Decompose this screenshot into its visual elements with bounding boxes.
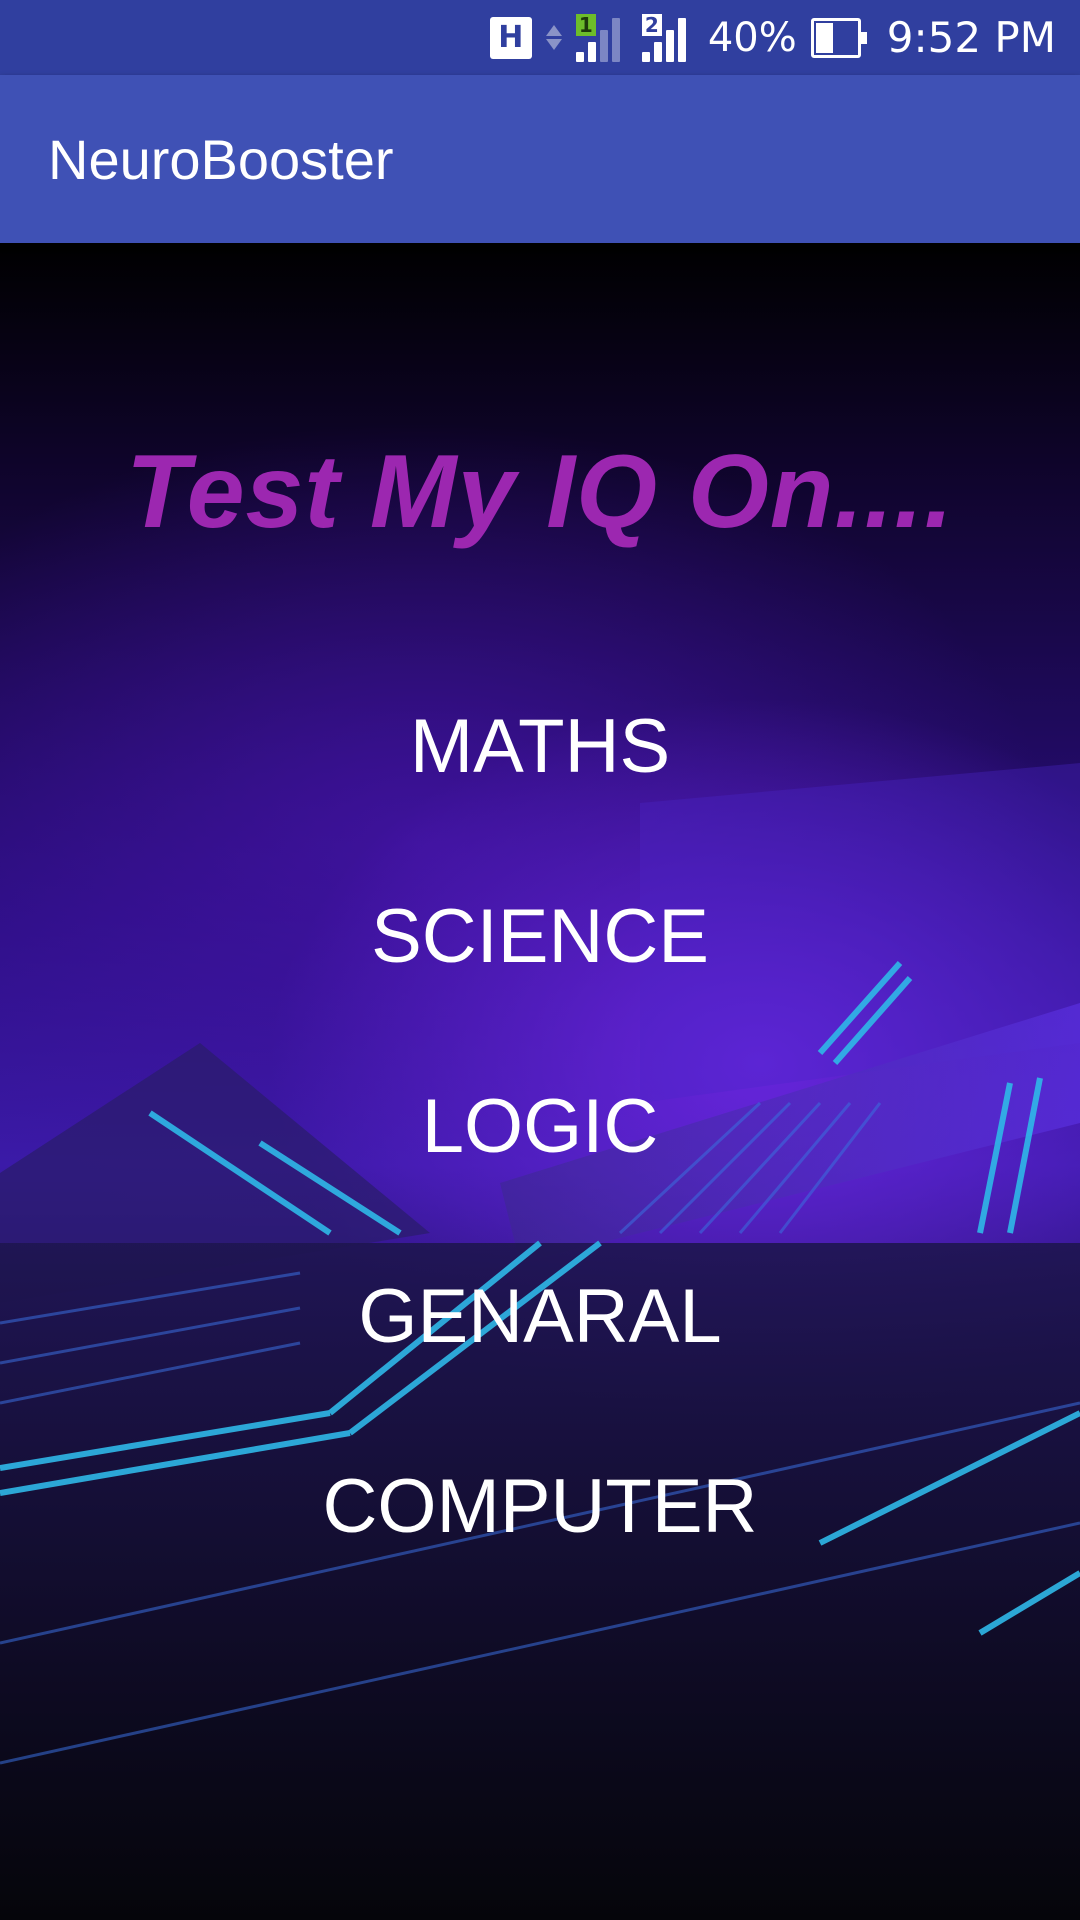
category-general-button[interactable]: GENARAL [0,1273,1080,1360]
battery-icon [810,17,867,58]
page-heading: Test My IQ On.... [126,434,954,550]
data-activity-icon [545,25,562,50]
network-type-icon: H [489,16,532,59]
main-content: Test My IQ On.... MATHS SCIENCE LOGIC GE… [0,243,1080,1920]
category-logic-button[interactable]: LOGIC [0,1083,1080,1170]
battery-percent: 40% [707,14,797,61]
category-computer-button[interactable]: COMPUTER [0,1463,1080,1550]
category-science-button[interactable]: SCIENCE [0,893,1080,980]
app-bar: NeuroBooster [0,75,1080,243]
sim1-signal-icon: 1 [575,13,628,62]
clock: 9:52 PM [886,13,1056,62]
category-maths-button[interactable]: MATHS [0,703,1080,790]
sim2-badge: 2 [641,13,662,36]
app-title: NeuroBooster [48,127,394,191]
sim1-badge: 1 [575,13,596,36]
status-bar: H 1 2 40% 9:52 PM [0,0,1080,75]
sim2-signal-icon: 2 [641,13,694,62]
